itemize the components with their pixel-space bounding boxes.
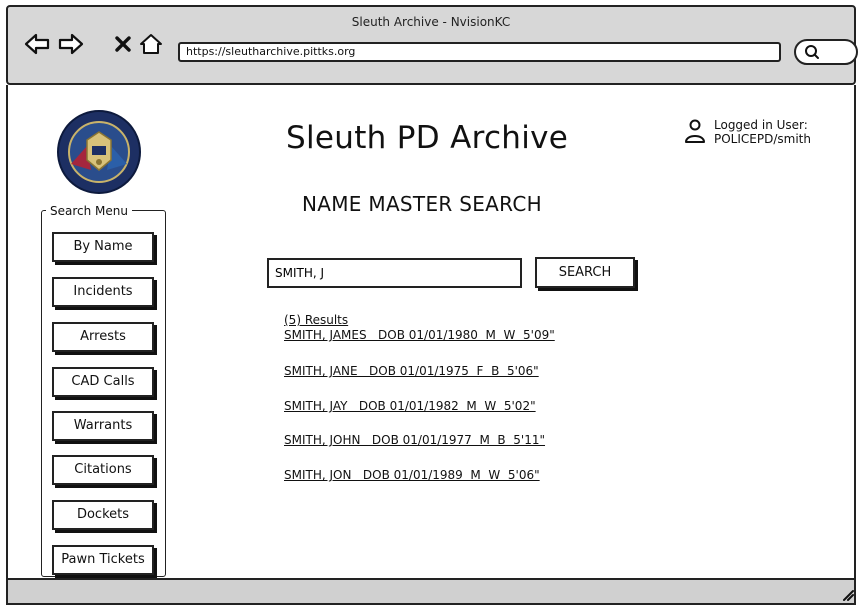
menu-item-cad-calls[interactable]: CAD Calls <box>52 367 154 397</box>
close-icon <box>115 36 131 52</box>
forward-button[interactable] <box>58 31 84 57</box>
window-title: Sleuth Archive - NvisionKC <box>351 15 511 29</box>
result-item[interactable]: SMITH, JON DOB 01/01/1989 M W 5'06" <box>284 468 540 482</box>
user-icon <box>685 119 705 143</box>
resize-grip-icon[interactable] <box>840 586 854 601</box>
arrow-left-icon <box>24 33 50 55</box>
search-icon <box>805 45 819 59</box>
browser-chrome: Sleuth Archive - NvisionKC https://sleut… <box>6 5 858 85</box>
menu-item-warrants[interactable]: Warrants <box>52 411 154 441</box>
home-icon <box>140 34 162 54</box>
browser-search-field[interactable] <box>794 39 858 65</box>
home-button[interactable] <box>138 31 164 57</box>
back-button[interactable] <box>24 31 50 57</box>
result-item[interactable]: SMITH, JOHN DOB 01/01/1977 M B 5'11" <box>284 433 545 447</box>
url-bar[interactable]: https://sleutharchive.pittks.org <box>178 42 781 62</box>
menu-item-citations[interactable]: Citations <box>52 455 154 485</box>
user-label: Logged in User: <box>714 118 808 132</box>
menu-item-by-name[interactable]: By Name <box>52 232 154 262</box>
arrow-right-icon <box>58 33 84 55</box>
stop-button[interactable] <box>110 31 136 57</box>
search-menu-legend: Search Menu <box>46 204 132 218</box>
user-name: POLICEPD/smith <box>714 132 811 146</box>
police-badge-logo <box>57 110 141 194</box>
search-button[interactable]: SEARCH <box>535 257 635 288</box>
result-item[interactable]: SMITH, JAY DOB 01/01/1982 M W 5'02" <box>284 399 536 413</box>
user-info: Logged in User: POLICEPD/smith <box>684 118 811 146</box>
app-title: Sleuth PD Archive <box>286 120 569 156</box>
result-item[interactable]: SMITH, JAMES DOB 01/01/1980 M W 5'09" <box>284 328 555 342</box>
menu-item-dockets[interactable]: Dockets <box>52 500 154 530</box>
results-count: (5) Results <box>284 313 349 327</box>
menu-item-incidents[interactable]: Incidents <box>52 277 154 307</box>
result-item[interactable]: SMITH, JANE DOB 01/01/1975 F B 5'06" <box>284 364 539 378</box>
menu-item-arrests[interactable]: Arrests <box>52 322 154 352</box>
menu-item-pawn-tickets[interactable]: Pawn Tickets <box>52 545 154 575</box>
page-title: NAME MASTER SEARCH <box>302 192 542 216</box>
name-search-input[interactable] <box>267 258 522 288</box>
status-bar <box>6 578 856 605</box>
